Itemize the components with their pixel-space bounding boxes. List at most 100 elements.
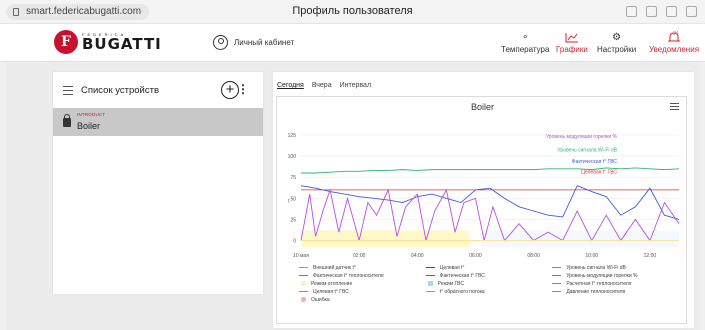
device-tag: INTRODUCT — [77, 112, 106, 117]
legend-item[interactable]: Целевая t° ГВС — [299, 288, 426, 295]
y-tick-label: 75 — [290, 175, 296, 181]
series-annotation: Фактическая t° ГВС — [572, 159, 618, 165]
nav-temperature[interactable]: ∘ Температура — [501, 32, 549, 54]
gear-icon: ⚙ — [612, 32, 622, 43]
legend-swatch — [552, 274, 562, 277]
heating-mode-band — [301, 230, 470, 248]
profile-icon[interactable] — [666, 6, 677, 17]
legend-swatch — [425, 266, 435, 269]
tab-interval[interactable]: Интервал — [340, 82, 371, 89]
legend-item[interactable]: Целевая t° — [425, 264, 553, 271]
legend-item[interactable]: Режим ГВС — [426, 280, 553, 287]
legend-swatch — [299, 266, 308, 269]
page-title: Профиль пользователя — [292, 5, 413, 17]
personal-cabinet-link[interactable]: Личный кабинет — [213, 35, 294, 50]
x-tick-label: 02:00 — [353, 253, 366, 259]
logo-main-text: BUGATTI — [82, 34, 162, 53]
legend-item[interactable]: Уровень сигнала Wi-Fi dB — [552, 264, 679, 271]
legend-swatch — [552, 282, 562, 285]
legend-item[interactable]: Фактическая t° теплоносителя — [299, 272, 426, 279]
chart-container: Boiler 125 100 75 50 25 0 t 10 мая 02:00 04:00 06:… — [276, 96, 687, 324]
legend-swatch — [299, 274, 308, 277]
series-line — [300, 185, 680, 220]
chart-legend: Внешний датчик t° Целевая t° Уровень сигна… — [299, 264, 679, 303]
x-tick-label: 12:00 — [644, 253, 657, 259]
nav-label: Настройки — [597, 45, 637, 54]
legend-swatch — [301, 281, 306, 286]
legend-label: Уровень сигнала Wi-Fi dB — [566, 264, 626, 271]
device-list-panel: Список устройств + ⋮ INTRODUCT Boiler — [53, 72, 263, 294]
thermometer-icon: ∘ — [522, 32, 529, 43]
x-tick-label: 06:00 — [469, 253, 482, 259]
legend-swatch — [425, 290, 435, 293]
legend-label: Уровень модуляции горелки % — [566, 272, 638, 279]
extension-icon[interactable] — [626, 6, 637, 17]
logo-emblem: F — [54, 30, 78, 54]
legend-label: Режим отопление — [311, 280, 353, 287]
series-line — [301, 167, 680, 174]
app-header: F FEDERICA BUGATTI Личный кабинет ∘ Темп… — [0, 24, 705, 62]
legend-label: Фактическая t° теплоносителя — [313, 272, 384, 279]
legend-item[interactable]: Фактическая t° ГВС — [425, 272, 553, 279]
legend-label: Давление теплоносителя — [566, 288, 626, 295]
period-tabs: Сегодня Вчера Интервал — [277, 82, 371, 89]
legend-label: Расчетная t° теплоносителя — [566, 280, 632, 287]
cabinet-label: Личный кабинет — [234, 38, 295, 47]
legend-label: t° обратного потока — [439, 288, 485, 295]
legend-swatch — [301, 297, 306, 302]
x-tick-label: 10 мая — [293, 253, 309, 259]
nav-settings[interactable]: ⚙ Настройки — [597, 32, 636, 54]
legend-label: Фактическая t° ГВС — [439, 272, 485, 279]
y-tick-label: 50 — [290, 196, 296, 202]
browser-icons — [626, 6, 697, 17]
x-tick-label: 04:00 — [411, 253, 424, 259]
lock-icon — [63, 114, 71, 127]
device-list-header: Список устройств + ⋮ — [53, 72, 263, 108]
y-tick-label: 100 — [288, 154, 297, 160]
tab-yesterday[interactable]: Вчера — [312, 82, 332, 89]
chart-svg: 1251007550250t10 мая 02:00 04:00 06:00 08:00… — [288, 133, 680, 259]
legend-item[interactable]: Расчетная t° теплоносителя — [552, 280, 679, 287]
tabs-icon[interactable] — [686, 6, 697, 17]
nav-label: Температура — [501, 45, 550, 54]
legend-item[interactable]: Уровень модуляции горелки % — [552, 272, 679, 279]
legend-item[interactable]: Давление теплоносителя — [552, 288, 679, 295]
nav-notifications[interactable]: 24 Уведомления — [649, 31, 700, 54]
chart-panel: Сегодня Вчера Интервал Boiler 125 100 75 50… — [273, 72, 694, 328]
chart-icon — [565, 33, 578, 43]
list-icon — [63, 85, 73, 95]
legend-label: Внешний датчик t° — [313, 264, 356, 271]
user-icon — [213, 35, 228, 50]
device-item-boiler[interactable]: INTRODUCT Boiler — [53, 108, 263, 136]
legend-swatch — [427, 281, 433, 286]
y-tick-label: 25 — [290, 217, 296, 223]
x-tick-label: 10:00 — [586, 253, 599, 259]
y-tick-label: 125 — [288, 133, 297, 139]
share-icon[interactable] — [646, 6, 657, 17]
nav-charts[interactable]: Графики — [556, 32, 588, 54]
legend-item[interactable]: Режим отопление — [299, 280, 426, 287]
notification-count: 24 — [673, 31, 679, 37]
legend-swatch — [299, 290, 308, 293]
more-options-icon[interactable]: ⋮ — [237, 82, 249, 96]
device-list-title: Список устройств — [81, 84, 160, 96]
legend-label: Целевая t° — [439, 264, 465, 271]
legend-swatch — [552, 266, 562, 269]
legend-label: Целевая t° ГВС — [313, 288, 349, 295]
legend-label: Ошибка — [311, 296, 330, 303]
legend-item[interactable]: t° обратного потока — [425, 288, 553, 295]
browser-bar: smart.federicabugatti.com Профиль пользо… — [0, 0, 705, 24]
nav-label: Графики — [556, 45, 588, 54]
legend-swatch — [552, 290, 562, 293]
series-annotation: Целевая t° ГВС — [581, 169, 617, 175]
legend-swatch — [425, 274, 435, 277]
tab-today[interactable]: Сегодня — [277, 82, 304, 89]
y-tick-label: 0 — [293, 239, 296, 245]
brand-logo[interactable]: F FEDERICA BUGATTI — [54, 30, 162, 54]
legend-item[interactable]: Ошибка — [299, 296, 426, 303]
series-annotation: Уровень сигнала Wi-Fi dB — [557, 147, 617, 153]
device-name: Boiler — [77, 121, 101, 131]
nav-label: Уведомления — [649, 45, 700, 54]
x-tick-label: 08:00 — [527, 253, 540, 259]
legend-item[interactable]: Внешний датчик t° — [299, 264, 426, 271]
